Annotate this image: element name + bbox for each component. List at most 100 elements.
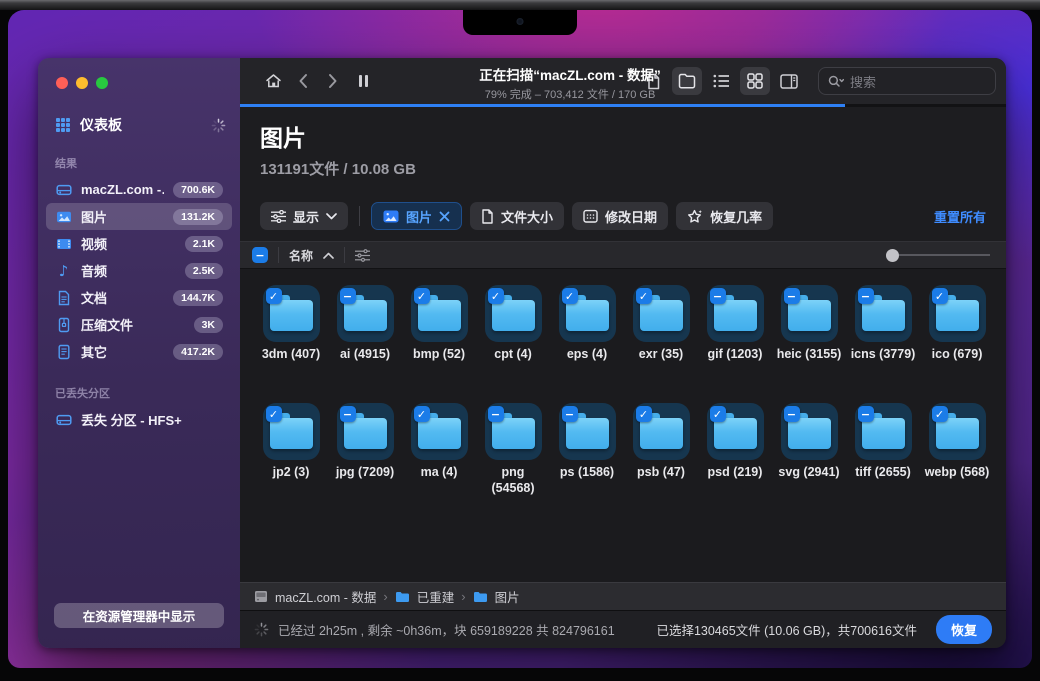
folder-checkbox[interactable] [858, 288, 874, 304]
reset-all-link[interactable]: 重置所有 [934, 207, 986, 226]
home-button[interactable] [258, 67, 288, 95]
breadcrumb-separator: › [383, 589, 387, 604]
calendar-icon [583, 209, 598, 223]
image-icon [55, 209, 72, 225]
search-input[interactable]: 搜索 [818, 67, 996, 95]
app-window: 仪表板 结果 [38, 58, 1006, 648]
filter-chip-modify-date[interactable]: 修改日期 [572, 202, 668, 230]
folder-tile[interactable]: ps (1586) [554, 403, 620, 515]
bezel-top [0, 0, 1040, 10]
folder-tile[interactable]: bmp (52) [406, 285, 472, 397]
folder-checkbox[interactable] [562, 288, 578, 304]
icon-size-slider[interactable] [886, 249, 990, 262]
folder-checkbox[interactable] [932, 288, 948, 304]
folder-tile[interactable]: webp (568) [924, 403, 990, 515]
folder-tile[interactable]: gif (1203) [702, 285, 768, 397]
sidebar-item-scan-source[interactable]: macZL.com -… 700.6K [46, 176, 232, 203]
sidebar: 仪表板 结果 [38, 58, 240, 648]
folder-tile[interactable]: 3dm (407) [258, 285, 324, 397]
breadcrumb-item-rebuilt[interactable]: 已重建 [417, 587, 455, 606]
search-icon [828, 75, 844, 88]
count-badge: 131.2K [173, 209, 223, 225]
zoom-window-button[interactable] [96, 77, 108, 89]
sidebar-item-other[interactable]: 其它 417.2K [46, 338, 232, 365]
sidebar-item-documents[interactable]: 文档 144.7K [46, 284, 232, 311]
scan-progress-text: 79% 完成 – 703,412 文件 / 170 GB [390, 86, 750, 102]
sidebar-item-label: 音频 [81, 261, 176, 280]
folder-checkbox[interactable] [414, 288, 430, 304]
folder-checkbox[interactable] [710, 406, 726, 422]
drive-icon [254, 590, 268, 603]
header-divider [344, 247, 345, 263]
folder-checkbox[interactable] [784, 288, 800, 304]
pause-icon [359, 75, 368, 87]
folder-tile[interactable]: ico (679) [924, 285, 990, 397]
folder-checkbox[interactable] [562, 406, 578, 422]
drive-icon [55, 182, 72, 198]
folder-checkbox[interactable] [414, 406, 430, 422]
select-all-checkbox[interactable] [252, 247, 268, 263]
folder-tile[interactable]: psb (47) [628, 403, 694, 515]
slider-thumb[interactable] [886, 249, 899, 262]
sidebar-item-lost-partition[interactable]: 丢失 分区 - HFS+ [46, 406, 232, 433]
filter-chip-file-size[interactable]: 文件大小 [470, 202, 564, 230]
folder-tile[interactable]: ma (4) [406, 403, 472, 515]
folder-tile[interactable]: tiff (2655) [850, 403, 916, 515]
sidebar-item-label: 丢失 分区 - HFS+ [81, 410, 223, 429]
folder-tile[interactable]: heic (3155) [776, 285, 842, 397]
sidebar-item-audio[interactable]: ♪ 音频 2.5K [46, 257, 232, 284]
folder-checkbox[interactable] [636, 288, 652, 304]
folder-checkbox[interactable] [636, 406, 652, 422]
sidebar-item-videos[interactable]: 视频 2.1K [46, 230, 232, 257]
close-window-button[interactable] [56, 77, 68, 89]
folder-checkbox[interactable] [710, 288, 726, 304]
folder-tile[interactable]: icns (3779) [850, 285, 916, 397]
minimize-window-button[interactable] [76, 77, 88, 89]
filter-chip-pictures[interactable]: 图片 [371, 202, 462, 230]
show-filter-dropdown[interactable]: 显示 [260, 202, 348, 230]
folder-checkbox[interactable] [858, 406, 874, 422]
folder-checkbox[interactable] [932, 406, 948, 422]
folder-icon [395, 591, 410, 603]
pause-scan-button[interactable] [348, 67, 378, 95]
folder-checkbox[interactable] [488, 406, 504, 422]
folder-label: ps (1586) [554, 465, 620, 481]
breadcrumb-item-source[interactable]: macZL.com - 数据 [275, 587, 376, 606]
forward-button[interactable] [318, 67, 348, 95]
sort-ascending-icon[interactable] [323, 252, 334, 259]
folder-tile[interactable]: svg (2941) [776, 403, 842, 515]
status-spinner-icon [254, 622, 269, 637]
name-column-header[interactable]: 名称 [289, 247, 313, 264]
sidebar-item-pictures[interactable]: 图片 131.2K [46, 203, 232, 230]
content-header: 图片 131191文件 / 10.08 GB [240, 107, 1006, 191]
folder-tile[interactable]: jp2 (3) [258, 403, 324, 515]
recover-button[interactable]: 恢复 [936, 615, 992, 644]
breadcrumb: macZL.com - 数据 › 已重建 › 图片 [240, 582, 1006, 610]
folder-checkbox[interactable] [266, 406, 282, 422]
folder-checkbox[interactable] [340, 406, 356, 422]
count-badge: 2.5K [185, 263, 223, 279]
folder-tile[interactable]: ai (4915) [332, 285, 398, 397]
folder-tile[interactable]: cpt (4) [480, 285, 546, 397]
breadcrumb-item-pictures[interactable]: 图片 [495, 587, 520, 606]
sidebar-item-archives[interactable]: 压缩文件 3K [46, 311, 232, 338]
folder-checkbox[interactable] [266, 288, 282, 304]
folder-tile[interactable]: jpg (7209) [332, 403, 398, 515]
folder-checkbox[interactable] [340, 288, 356, 304]
back-button[interactable] [288, 67, 318, 95]
show-in-explorer-button[interactable]: 在资源管理器中显示 [54, 603, 224, 628]
folder-tile[interactable]: psd (219) [702, 403, 768, 515]
preview-panel-button[interactable] [774, 67, 804, 95]
column-settings-icon[interactable] [355, 249, 370, 262]
filter-chip-recovery-chance[interactable]: 恢复几率 [676, 202, 773, 230]
results-section-label: 结果 [55, 155, 240, 171]
filter-chip-label: 修改日期 [605, 207, 657, 226]
close-icon[interactable] [439, 211, 450, 222]
folder-checkbox[interactable] [784, 406, 800, 422]
folder-tile[interactable]: eps (4) [554, 285, 620, 397]
folder-checkbox[interactable] [488, 288, 504, 304]
folder-label: 3dm (407) [258, 347, 324, 363]
sidebar-item-dashboard[interactable]: 仪表板 [54, 115, 226, 135]
folder-tile[interactable]: exr (35) [628, 285, 694, 397]
folder-tile[interactable]: png (54568) [480, 403, 546, 515]
